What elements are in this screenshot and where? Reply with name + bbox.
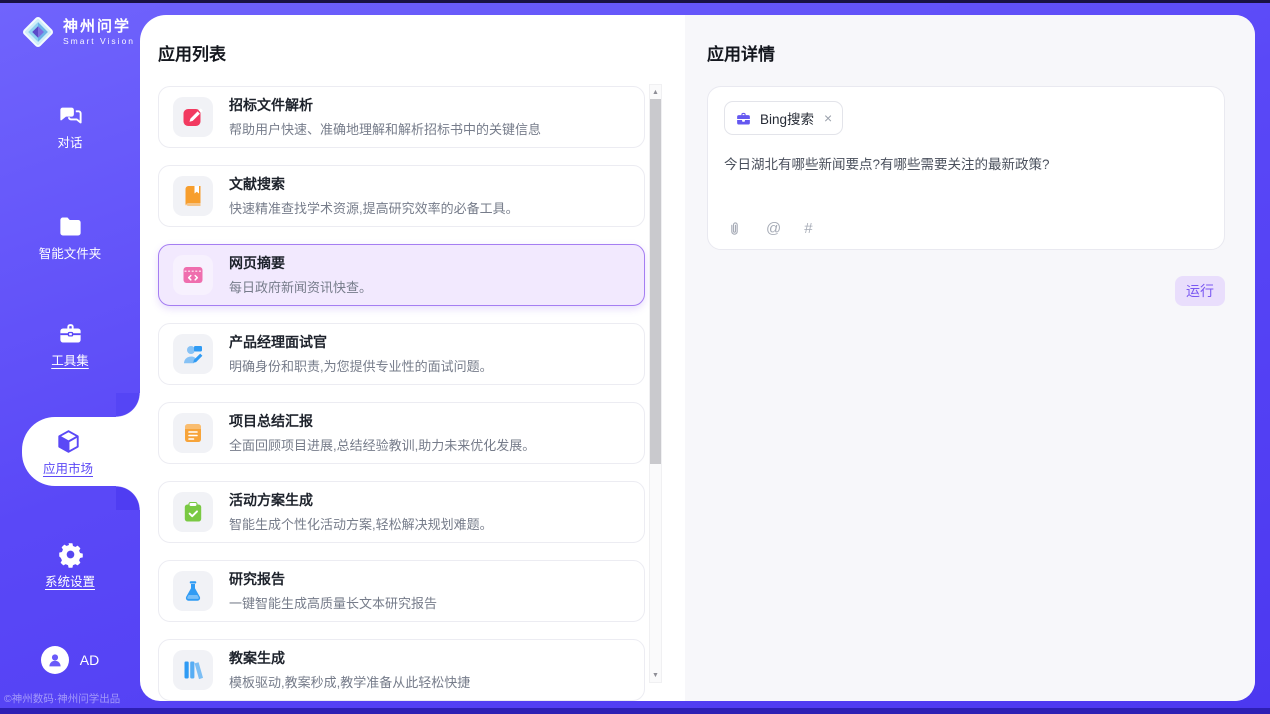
- diamond-logo-icon: [20, 14, 56, 50]
- sidebar-item-label: 智能文件夹: [39, 247, 102, 261]
- books-icon: [173, 650, 213, 690]
- attachment-toolbar: @#: [726, 220, 813, 237]
- app-title: 网页摘要: [229, 255, 372, 271]
- brand-subtitle: Smart Vision: [63, 36, 135, 46]
- app-detail-panel: 应用详情 Bing搜索 × 今日湖北有哪些新闻要点?有哪些需要关注的最新政策? …: [685, 15, 1255, 701]
- interviewer-icon: [173, 334, 213, 374]
- prompt-card: Bing搜索 × 今日湖北有哪些新闻要点?有哪些需要关注的最新政策? @#: [707, 86, 1225, 250]
- app-desc: 快速精准查找学术资源,提高研究效率的必备工具。: [229, 198, 519, 217]
- sidebar-nav: 对话 智能文件夹 工具集 应用市场 系统设置: [0, 102, 140, 589]
- avatar[interactable]: [41, 646, 69, 674]
- brand-name: 神州问学: [63, 18, 135, 35]
- app-title: 项目总结汇报: [229, 413, 535, 429]
- app-list-title: 应用列表: [158, 40, 645, 65]
- app-list-panel: 应用列表 招标文件解析 帮助用户快速、准确地理解和解析招标书中的关键信息 文献搜…: [140, 15, 685, 701]
- app-title: 活动方案生成: [229, 492, 493, 508]
- brand: 神州问学 Smart Vision: [20, 14, 135, 50]
- tool-tag-label: Bing搜索: [760, 108, 814, 128]
- tool-tag-bing-search[interactable]: Bing搜索 ×: [724, 101, 843, 135]
- folder-icon: [57, 213, 84, 240]
- sidebar-item-label: 工具集: [51, 354, 89, 368]
- sidebar-item-settings[interactable]: 系统设置: [0, 541, 140, 589]
- app-desc: 一键智能生成高质量长文本研究报告: [229, 593, 437, 612]
- sidebar-item-chat[interactable]: 对话: [0, 102, 140, 150]
- user-account[interactable]: AD: [41, 646, 99, 674]
- sidebar-item-toolset[interactable]: 工具集: [0, 320, 140, 368]
- app-list-item[interactable]: 教案生成 模板驱动,教案秒成,教学准备从此轻松快捷: [158, 639, 645, 701]
- scrollbar-thumb[interactable]: [650, 99, 661, 464]
- browser-icon: [173, 255, 213, 295]
- app-list-item[interactable]: 产品经理面试官 明确身份和职责,为您提供专业性的面试问题。: [158, 323, 645, 385]
- gear-icon: [57, 541, 84, 568]
- app-desc: 明确身份和职责,为您提供专业性的面试问题。: [229, 356, 493, 375]
- app-title: 教案生成: [229, 650, 470, 666]
- app-list-item[interactable]: 项目总结汇报 全面回顾项目进展,总结经验教训,助力未来优化发展。: [158, 402, 645, 464]
- research-icon: [173, 571, 213, 611]
- app-desc: 模板驱动,教案秒成,教学准备从此轻松快捷: [229, 672, 470, 691]
- book-icon: [173, 176, 213, 216]
- app-title: 文献搜索: [229, 176, 519, 192]
- window-top-edge: [0, 0, 1270, 3]
- bid-edit-icon: [173, 97, 213, 137]
- note-icon: [173, 413, 213, 453]
- app-desc: 全面回顾项目进展,总结经验教训,助力未来优化发展。: [229, 435, 535, 454]
- app-list-item[interactable]: 网页摘要 每日政府新闻资讯快查。: [158, 244, 645, 306]
- app-desc: 每日政府新闻资讯快查。: [229, 277, 372, 296]
- app-title: 产品经理面试官: [229, 334, 493, 350]
- window-bottom-edge: [0, 708, 1270, 714]
- clipboard-check-icon: [173, 492, 213, 532]
- sidebar: 神州问学 Smart Vision 对话 智能文件夹 工具集 应用市场 系统设置…: [0, 0, 140, 714]
- hash-icon[interactable]: #: [804, 220, 812, 237]
- scroll-up-button[interactable]: ▲: [650, 85, 661, 99]
- app-detail-title: 应用详情: [707, 40, 1225, 65]
- chat-icon: [57, 102, 84, 129]
- sidebar-item-smart-folder[interactable]: 智能文件夹: [0, 213, 140, 261]
- sidebar-item-label: 应用市场: [43, 462, 93, 476]
- app-list-item[interactable]: 招标文件解析 帮助用户快速、准确地理解和解析招标书中的关键信息: [158, 86, 645, 148]
- close-icon[interactable]: ×: [824, 110, 832, 126]
- sidebar-item-label: 对话: [57, 136, 82, 150]
- app-list-item[interactable]: 文献搜索 快速精准查找学术资源,提高研究效率的必备工具。: [158, 165, 645, 227]
- cube-icon: [55, 428, 82, 455]
- copyright-footer: ©神州数码·神州问学出品: [4, 691, 120, 706]
- app-list-item[interactable]: 活动方案生成 智能生成个性化活动方案,轻松解决规划难题。: [158, 481, 645, 543]
- at-icon[interactable]: @: [766, 220, 781, 237]
- app-list-item[interactable]: 研究报告 一键智能生成高质量长文本研究报告: [158, 560, 645, 622]
- app-list: 招标文件解析 帮助用户快速、准确地理解和解析招标书中的关键信息 文献搜索 快速精…: [158, 86, 645, 701]
- briefcase-icon: [735, 110, 752, 127]
- app-title: 招标文件解析: [229, 97, 541, 113]
- sidebar-item-label: 系统设置: [45, 575, 95, 589]
- content-panel: 应用列表 招标文件解析 帮助用户快速、准确地理解和解析招标书中的关键信息 文献搜…: [140, 15, 1255, 701]
- scroll-down-button[interactable]: ▼: [650, 668, 661, 682]
- app-title: 研究报告: [229, 571, 437, 587]
- run-button[interactable]: 运行: [1175, 276, 1225, 306]
- toolbox-icon: [57, 320, 84, 347]
- sidebar-item-app-market[interactable]: 应用市场: [22, 417, 140, 486]
- user-initials: AD: [80, 652, 99, 668]
- scrollbar[interactable]: ▲ ▼: [649, 84, 662, 683]
- app-desc: 智能生成个性化活动方案,轻松解决规划难题。: [229, 514, 493, 533]
- paperclip-icon[interactable]: [726, 220, 743, 237]
- app-desc: 帮助用户快速、准确地理解和解析招标书中的关键信息: [229, 119, 541, 138]
- query-input[interactable]: 今日湖北有哪些新闻要点?有哪些需要关注的最新政策?: [724, 155, 1208, 174]
